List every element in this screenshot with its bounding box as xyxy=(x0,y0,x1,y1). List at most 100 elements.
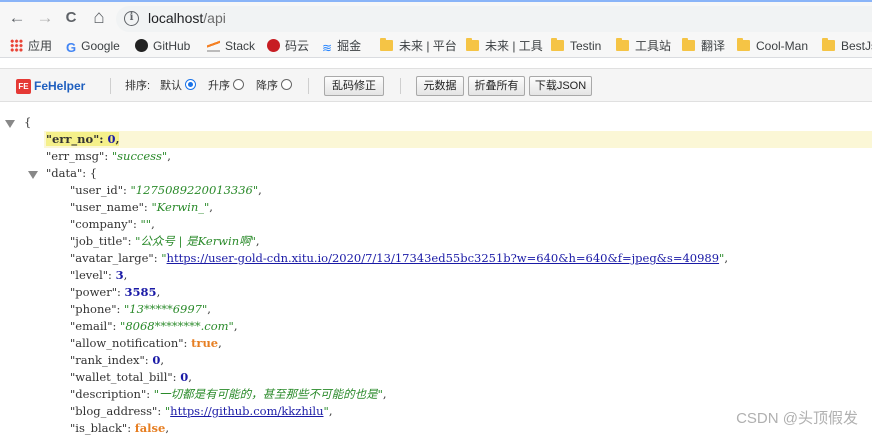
fehelper-logo[interactable]: FE FeHelper xyxy=(16,77,85,95)
folder-icon xyxy=(822,38,835,51)
json-line-allow-notification[interactable]: "allow_notification": true, xyxy=(70,335,222,352)
json-line-err-msg[interactable]: "err_msg": "success", xyxy=(46,148,171,165)
bookmark-label: 未来 | 平台 xyxy=(399,39,457,53)
json-key: "wallet_total_bill" xyxy=(70,370,173,384)
bookmark-label: Google xyxy=(81,39,120,53)
bookmark-coolman[interactable]: Cool-Man xyxy=(737,37,808,55)
bookmark-label: BestJs xyxy=(841,39,872,53)
sort-default-option[interactable]: 默认 xyxy=(160,78,196,94)
bookmark-bestjs[interactable]: BestJs xyxy=(822,37,872,55)
json-open-brace: { xyxy=(24,114,31,131)
fix-encoding-button[interactable]: 乱码修正 xyxy=(324,76,384,96)
json-line-user-id[interactable]: "user_id": "1275089220013336", xyxy=(70,182,262,199)
bookmark-label: Cool-Man xyxy=(756,39,809,53)
json-line-power[interactable]: "power": 3585, xyxy=(70,284,160,301)
bookmark-label: GitHub xyxy=(153,39,191,53)
bookmark-label: Testin xyxy=(570,39,602,53)
avatar-link[interactable]: https://user-gold-cdn.xitu.io/2020/7/13/… xyxy=(167,251,720,265)
brace: { xyxy=(24,115,32,129)
url-path: /api xyxy=(203,10,226,26)
json-line-company[interactable]: "company": "", xyxy=(70,216,155,233)
bookmark-apps[interactable]: 应用 xyxy=(10,37,52,55)
json-key: "power" xyxy=(70,285,118,299)
json-line-email[interactable]: "email": "8068********.com", xyxy=(70,318,237,335)
json-key: "is_black" xyxy=(70,421,128,435)
fehelper-logo-icon: FE xyxy=(16,79,31,94)
bookmark-weilai-platform[interactable]: 未来 | 平台 xyxy=(380,37,457,55)
json-key: "user_name" xyxy=(70,200,144,214)
bookmark-gongjuzhan[interactable]: 工具站 xyxy=(616,37,671,55)
bookmark-stack[interactable]: Stack xyxy=(207,37,255,55)
bookmark-label: Stack xyxy=(225,39,256,53)
divider xyxy=(400,78,401,94)
folder-icon xyxy=(682,38,695,51)
browser-toolbar: ← → C ⌂ i localhost/api xyxy=(0,0,872,34)
json-key: "user_id" xyxy=(70,183,123,197)
sort-desc-radio[interactable] xyxy=(281,79,292,90)
json-line-is-black[interactable]: "is_black": false, xyxy=(70,420,169,437)
json-line-user-name[interactable]: "user_name": "Kerwin_", xyxy=(70,199,213,216)
json-line-avatar-large[interactable]: "avatar_large": "https://user-gold-cdn.x… xyxy=(70,250,728,267)
collapse-toggle-icon[interactable] xyxy=(28,171,38,179)
bookmark-label: 未来 | 工具 xyxy=(485,39,543,53)
json-value: "1275089220013336" xyxy=(130,183,259,197)
fehelper-logo-text: FeHelper xyxy=(34,79,86,93)
json-line-description[interactable]: "description": "一切都是有可能的，甚至那些不可能的也是", xyxy=(70,386,387,403)
site-info-icon[interactable]: i xyxy=(124,11,139,26)
json-line-rank-index[interactable]: "rank_index": 0, xyxy=(70,352,164,369)
folder-icon xyxy=(737,38,750,51)
bookmark-google[interactable]: G Google xyxy=(66,37,120,55)
juejin-icon: ≋ xyxy=(322,41,333,55)
collapse-toggle-icon[interactable] xyxy=(5,120,15,128)
json-key: "email" xyxy=(70,319,113,333)
bookmark-label: 码云 xyxy=(285,39,310,53)
bookmark-fanyi[interactable]: 翻译 xyxy=(682,37,725,55)
folder-icon xyxy=(466,38,479,51)
json-key: "rank_index" xyxy=(70,353,145,367)
download-json-button[interactable]: 下载JSON xyxy=(529,76,592,96)
blog-link[interactable]: https://github.com/kkzhilu xyxy=(170,404,323,418)
json-value: "8068********.com" xyxy=(120,319,234,333)
sort-default-radio[interactable] xyxy=(185,79,196,90)
sort-desc-option[interactable]: 降序 xyxy=(256,78,292,94)
json-line-level[interactable]: "level": 3, xyxy=(70,267,127,284)
json-value: "公众号 | 是Kerwin啊" xyxy=(135,234,256,248)
json-value: "" xyxy=(140,217,152,231)
json-viewer: { "err_no": 0, "err_msg": "success", "da… xyxy=(0,110,872,438)
collapse-all-button[interactable]: 折叠所有 xyxy=(468,76,525,96)
home-icon[interactable]: ⌂ xyxy=(88,7,110,29)
json-line-job-title[interactable]: "job_title": "公众号 | 是Kerwin啊", xyxy=(70,233,260,250)
json-line-err-no[interactable]: "err_no": 0, xyxy=(46,131,120,148)
address-bar[interactable]: i localhost/api xyxy=(116,6,872,32)
json-key: "company" xyxy=(70,217,133,231)
reload-icon[interactable]: C xyxy=(60,7,82,29)
json-line-data[interactable]: "data": { xyxy=(46,165,97,182)
bookmark-juejin[interactable]: ≋ 掘金 xyxy=(322,37,361,55)
json-line-phone[interactable]: "phone": "13*****6997", xyxy=(70,301,211,318)
option-label: 降序 xyxy=(256,80,278,92)
forward-icon[interactable]: → xyxy=(34,7,56,29)
json-line-wallet-total-bill[interactable]: "wallet_total_bill": 0, xyxy=(70,369,192,386)
bookmark-weilai-tools[interactable]: 未来 | 工具 xyxy=(466,37,543,55)
sort-label: 排序: xyxy=(125,80,151,92)
option-label: 默认 xyxy=(160,80,182,92)
google-icon: G xyxy=(66,40,77,55)
url-host: localhost xyxy=(148,10,204,26)
json-key: "avatar_large" xyxy=(70,251,154,265)
gitee-icon xyxy=(267,39,280,52)
bookmark-github[interactable]: GitHub xyxy=(135,37,190,55)
json-value: "success" xyxy=(111,149,168,163)
csdn-watermark: CSDN @头顶假发 xyxy=(736,410,858,427)
json-key: "allow_notification" xyxy=(70,336,184,350)
url-text[interactable]: localhost/api xyxy=(148,10,226,26)
folder-icon xyxy=(616,38,629,51)
bookmark-mayun[interactable]: 码云 xyxy=(267,37,309,55)
sort-asc-radio[interactable] xyxy=(233,79,244,90)
back-icon[interactable]: ← xyxy=(6,7,28,29)
raw-data-button[interactable]: 元数据 xyxy=(416,76,464,96)
bookmark-testin[interactable]: Testin xyxy=(551,37,601,55)
folder-icon xyxy=(551,38,564,51)
json-line-blog-address[interactable]: "blog_address": "https://github.com/kkzh… xyxy=(70,403,332,420)
json-value: false xyxy=(134,421,166,435)
sort-asc-option[interactable]: 升序 xyxy=(208,78,244,94)
